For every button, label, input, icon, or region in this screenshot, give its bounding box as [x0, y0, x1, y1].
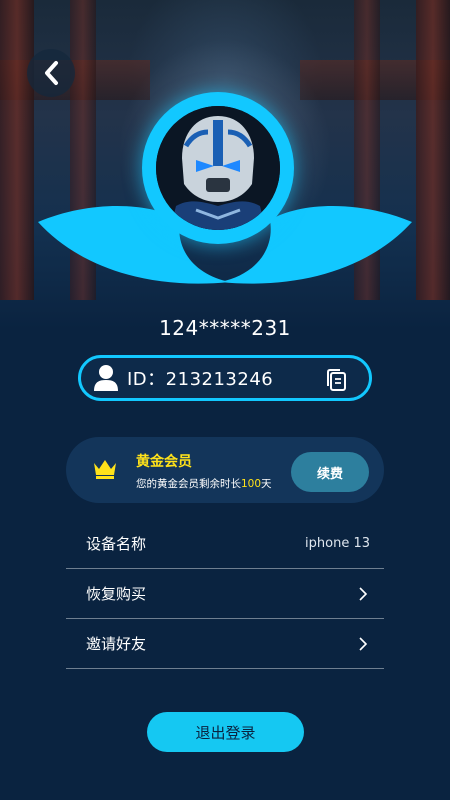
chevron-right-icon — [359, 636, 368, 651]
vip-remaining-prefix: 您的黄金会员剩余时长 — [136, 478, 241, 490]
user-id-box: ID：213213246 — [78, 355, 372, 401]
user-icon — [94, 365, 118, 391]
phone-number: 124*****231 — [159, 316, 291, 340]
invite-friends-row[interactable]: 邀请好友 — [66, 619, 384, 669]
vip-remaining-days: 100 — [241, 478, 262, 490]
device-name-label: 设备名称 — [86, 535, 147, 553]
avatar[interactable] — [156, 106, 280, 230]
chevron-left-icon — [45, 61, 58, 85]
copy-icon[interactable] — [325, 368, 347, 392]
renew-button[interactable]: 续费 — [291, 452, 369, 492]
restore-purchase-label: 恢复购买 — [86, 585, 147, 603]
device-name-row: 设备名称 iphone 13 — [66, 519, 384, 569]
restore-purchase-row[interactable]: 恢复购买 — [66, 569, 384, 619]
chevron-right-icon — [359, 586, 368, 601]
robot-avatar-icon — [156, 106, 280, 230]
crown-icon — [94, 460, 116, 479]
device-name-value: iphone 13 — [305, 536, 370, 551]
logout-button[interactable]: 退出登录 — [147, 712, 304, 752]
invite-friends-label: 邀请好友 — [86, 635, 147, 653]
vip-remaining-suffix: 天 — [261, 478, 272, 490]
vip-remaining-text: 您的黄金会员剩余时长100天 — [136, 476, 272, 491]
vip-membership-card: 黄金会员 您的黄金会员剩余时长100天 续费 — [66, 437, 384, 503]
back-button[interactable] — [27, 49, 75, 97]
vip-title: 黄金会员 — [136, 454, 192, 470]
avatar-ring — [142, 92, 294, 244]
user-id-text: ID：213213246 — [127, 369, 274, 390]
